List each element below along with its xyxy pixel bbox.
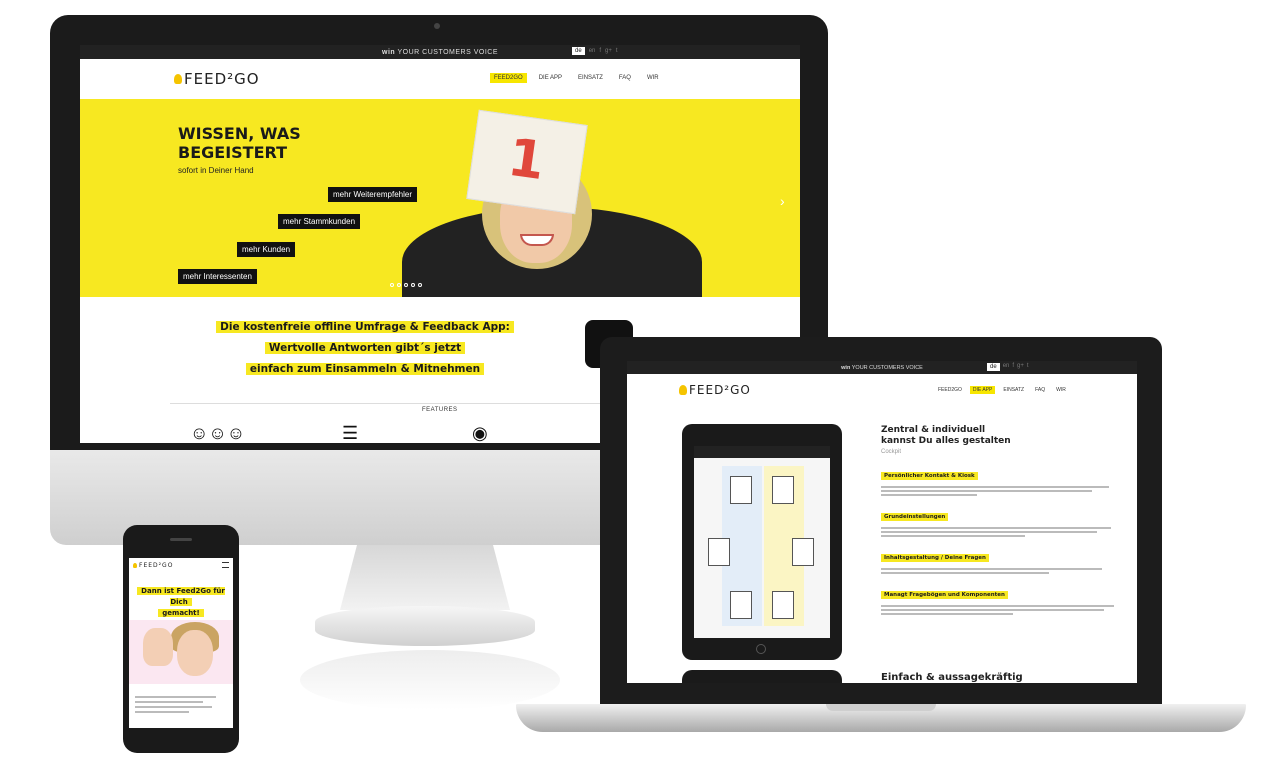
brand-mark: win (841, 364, 851, 371)
tablet-mockup-2 (682, 670, 842, 683)
phone-nav: FEED²GO (129, 558, 233, 572)
nav-item-die-app[interactable]: DIE APP (969, 386, 996, 394)
section-heading-2: Einfach & aussagekräftig (881, 672, 1023, 683)
feature-title: Persönlicher Kontakt & Kiosk (881, 472, 978, 480)
flame-icon (174, 74, 182, 84)
flame-icon (133, 562, 137, 568)
nav-item-faq[interactable]: FAQ (1032, 386, 1048, 394)
menu-icon[interactable] (222, 562, 229, 568)
monitor-stand (340, 545, 510, 610)
phone-speaker (170, 538, 192, 541)
facebook-icon[interactable]: f (1012, 363, 1014, 371)
nav-item-feed2go[interactable]: FEED2GO (935, 386, 965, 394)
tagline: YOUR CUSTOMERS VOICE (397, 48, 498, 56)
tag-stammkunden: mehr Stammkunden (278, 214, 361, 229)
laptop-nav: FEED²GO FEED2GO DIE APP EINSATZ FAQ WIR (627, 374, 1137, 406)
language-switch: de en f g+ t (987, 363, 1029, 371)
laptop-screen: win YOUR CUSTOMERS VOICE de en f g+ t FE… (627, 361, 1137, 683)
number-one-sign: 1 (466, 109, 588, 215)
logo[interactable]: FEED²GO (679, 383, 751, 397)
tag-interessenten: mehr Interessenten (178, 269, 257, 284)
nav-item-wir[interactable]: WIR (643, 73, 663, 83)
google-plus-icon[interactable]: g+ (1017, 363, 1024, 371)
desktop-nav: FEED²GO FEED2GO DIE APP EINSATZ FAQ WIR (80, 59, 800, 99)
logo[interactable]: FEED²GO (174, 70, 260, 88)
phone-title: Dann ist Feed2Go für Dich gemacht! (129, 586, 233, 619)
hero-title: WISSEN, WAS BEGEISTERT (178, 124, 301, 162)
monitor-stand-base (315, 606, 535, 646)
nav-item-einsatz[interactable]: EINSATZ (1000, 386, 1027, 394)
eye-icon: ◉ (472, 423, 488, 443)
nav-item-wir[interactable]: WIR (1053, 386, 1069, 394)
cockpit-screenshot (694, 446, 830, 638)
tag-kunden: mehr Kunden (237, 242, 296, 257)
tablet-mockup (682, 424, 842, 660)
nav-item-faq[interactable]: FAQ (615, 73, 635, 83)
laptop-top-bar: win YOUR CUSTOMERS VOICE de en f g+ t (627, 361, 1137, 374)
nav-item-einsatz[interactable]: EINSATZ (574, 73, 607, 83)
home-button (756, 644, 766, 654)
lang-en[interactable]: en (1003, 363, 1010, 371)
promo-text: Die kostenfreie offline Umfrage & Feedba… (210, 317, 520, 380)
section-subheading: Cockpit (881, 449, 902, 455)
slider-dots[interactable] (390, 283, 422, 287)
nav-item-feed2go[interactable]: FEED2GO (490, 73, 527, 83)
chevron-right-icon[interactable]: › (780, 193, 785, 209)
nav-item-die-app[interactable]: DIE APP (535, 73, 566, 83)
flame-icon (679, 385, 687, 395)
tag-weiterempfehler: mehr Weiterempfehler (328, 187, 417, 202)
laptop-content: Zentral & individuell kannst Du alles ges… (881, 425, 1121, 617)
tagline: YOUR CUSTOMERS VOICE (851, 364, 923, 371)
language-switch: de en f g+ t (572, 47, 618, 55)
twitter-icon[interactable]: t (616, 48, 618, 54)
feature-title: Inhaltsgestaltung / Deine Fragen (881, 554, 989, 562)
lang-en[interactable]: en (589, 48, 596, 54)
features-heading: FEATURES (422, 407, 458, 413)
facebook-icon[interactable]: f (599, 48, 601, 54)
hero-slider: 1 WISSEN, WAS BEGEISTERT sofort in Deiner… (80, 99, 800, 297)
list-icon: ☰ (342, 423, 359, 443)
people-icon: ☺☺☺ (190, 423, 246, 443)
feature-title: Managt Fragebögen und Komponenten (881, 591, 1008, 599)
main-menu: FEED2GO DIE APP EINSATZ FAQ WIR (490, 73, 663, 83)
google-plus-icon[interactable]: g+ (605, 48, 612, 54)
child-photo (129, 620, 233, 684)
lang-de[interactable]: de (572, 47, 585, 55)
camera-icon (434, 23, 440, 29)
lang-de[interactable]: de (987, 363, 1000, 371)
twitter-icon[interactable]: t (1027, 363, 1029, 371)
feature-title: Grundeinstellungen (881, 513, 949, 521)
hero-subtitle: sofort in Deiner Hand (178, 166, 254, 175)
brand-mark: win (382, 48, 396, 56)
main-menu: FEED2GO DIE APP EINSATZ FAQ WIR (935, 386, 1069, 394)
section-heading: Zentral & individuell kannst Du alles ges… (881, 425, 1011, 446)
logo[interactable]: FEED²GO (133, 562, 173, 569)
desktop-top-bar: win YOUR CUSTOMERS VOICE de en f g+ t (80, 45, 800, 59)
phone-screen: FEED²GO Dann ist Feed2Go für Dich gemach… (129, 558, 233, 728)
